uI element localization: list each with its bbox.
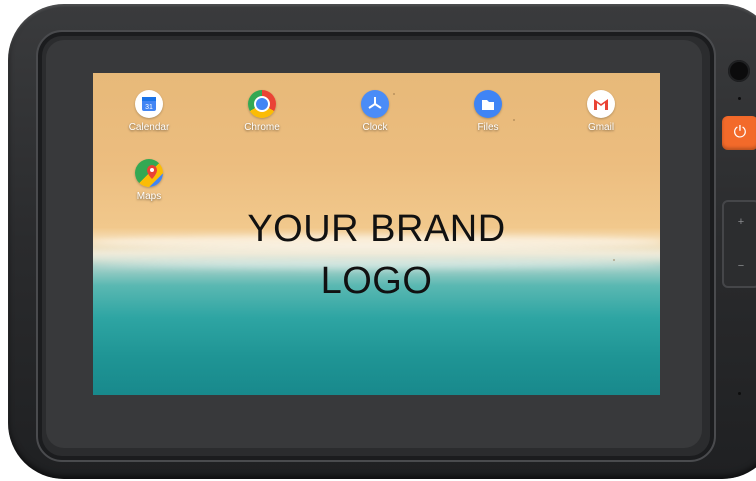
- app-label: Maps: [136, 191, 162, 202]
- volume-up-icon: +: [737, 216, 745, 228]
- speaker-hole: [738, 392, 741, 395]
- app-chrome[interactable]: Chrome: [227, 90, 297, 133]
- front-camera: [728, 60, 750, 82]
- files-icon: [474, 90, 502, 118]
- gmail-icon: [587, 90, 615, 118]
- tablet-device-photo: 31 Calendar Chrome Clock Files Gmail Map…: [0, 0, 756, 481]
- clock-icon: [361, 90, 389, 118]
- microphone-hole: [738, 97, 741, 100]
- calendar-badge: 31: [145, 104, 153, 111]
- brand-logo-line-1: YOUR BRAND: [247, 208, 506, 250]
- app-files[interactable]: Files: [453, 90, 523, 133]
- chrome-icon: [248, 90, 276, 118]
- app-gmail[interactable]: Gmail: [566, 90, 636, 133]
- volume-down-icon: −: [737, 260, 745, 272]
- app-label: Gmail: [587, 122, 615, 133]
- app-maps[interactable]: Maps: [114, 159, 184, 202]
- calendar-icon: 31: [135, 90, 163, 118]
- volume-rocker[interactable]: + −: [722, 200, 756, 288]
- power-button[interactable]: ⏻: [722, 116, 756, 150]
- maps-icon: [135, 159, 163, 187]
- app-label: Chrome: [244, 122, 280, 133]
- app-clock[interactable]: Clock: [340, 90, 410, 133]
- home-screen: 31 Calendar Chrome Clock Files Gmail Map…: [93, 73, 660, 395]
- power-icon: ⏻: [733, 124, 747, 141]
- brand-logo-text: YOUR BRAND LOGO: [93, 203, 660, 307]
- app-label: Files: [477, 122, 499, 133]
- app-label: Clock: [362, 122, 388, 133]
- brand-logo-line-2: LOGO: [320, 260, 433, 302]
- app-label: Calendar: [128, 122, 170, 133]
- app-calendar[interactable]: 31 Calendar: [114, 90, 184, 133]
